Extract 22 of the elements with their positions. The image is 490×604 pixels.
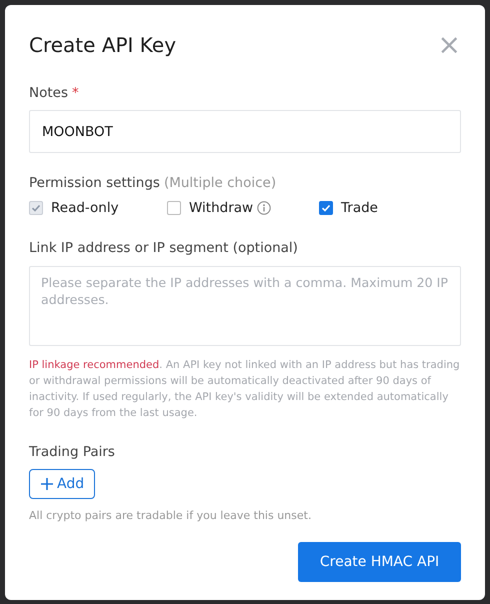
dialog-title: Create API Key	[29, 33, 176, 57]
checkbox-label: Trade	[341, 200, 378, 216]
section-label: Permission settings	[29, 175, 160, 191]
check-icon	[31, 203, 41, 213]
plus-icon	[40, 477, 54, 491]
required-mark: *	[72, 85, 79, 101]
field-label: Link IP address or IP segment (optional)	[29, 240, 298, 256]
section-hint: (Multiple choice)	[164, 175, 276, 191]
notes-field[interactable]: MOONBOT	[29, 110, 461, 153]
info-icon[interactable]	[257, 201, 272, 215]
checkbox-label: Withdraw	[189, 200, 254, 216]
create-button[interactable]: Create HMAC API	[298, 542, 461, 582]
checkbox-label: Read-only	[51, 200, 119, 216]
warning-text: IP linkage recommended. An API key not linked with an IP address but has trading or withdrawal permissions will be automatically deactivated after 90 days of inactivity. If used regularly, the API key's validity will be extended automatically for 90 days from the last usage.	[29, 358, 461, 421]
check-icon	[321, 203, 331, 213]
hint-text: All crypto pairs are tradable if you leave this unset.	[29, 509, 312, 522]
checkbox[interactable]	[167, 201, 181, 215]
field-label: Notes	[29, 85, 68, 101]
add-button[interactable]: Add	[29, 469, 96, 499]
checkbox[interactable]	[319, 201, 333, 215]
section-label: Trading Pairs	[29, 444, 115, 460]
ip-address-field[interactable]: Please separate the IP addresses with a comma. Maximum 20 IP addresses.	[29, 266, 461, 346]
